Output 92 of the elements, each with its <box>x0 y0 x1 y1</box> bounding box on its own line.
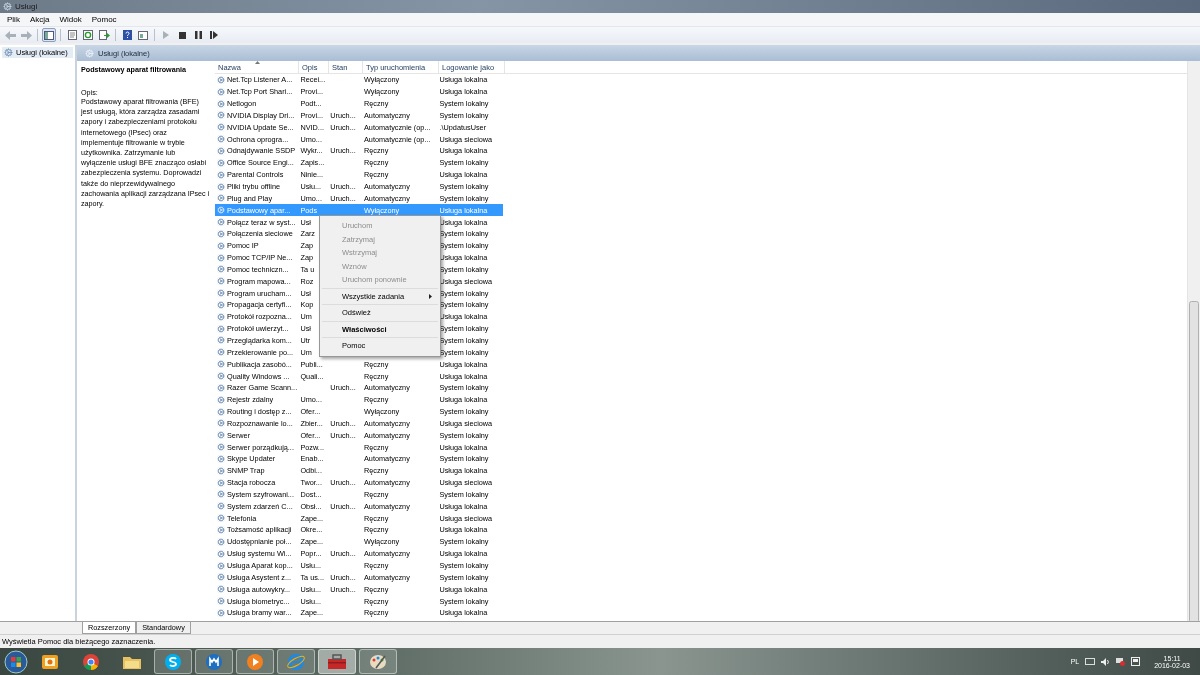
service-gear-icon <box>217 431 225 440</box>
stop-icon <box>178 31 186 39</box>
taskbar-button[interactable] <box>318 649 356 674</box>
network-error-icon[interactable] <box>1116 657 1126 666</box>
properties-icon <box>67 30 77 40</box>
service-gear-icon <box>217 123 225 132</box>
service-gear-icon <box>217 407 225 416</box>
service-gear-icon <box>217 289 225 298</box>
browser-icon <box>205 652 223 671</box>
service-gear-icon <box>217 597 225 606</box>
service-gear-icon <box>217 608 225 617</box>
menu-item[interactable]: Widok <box>54 15 87 24</box>
tree-pane-icon <box>44 30 54 40</box>
taskbar-button[interactable] <box>195 649 233 674</box>
service-gear-icon <box>217 549 225 558</box>
service-gear-icon <box>217 502 225 511</box>
help-icon <box>122 30 132 40</box>
service-gear-icon <box>217 277 225 286</box>
service-gear-icon <box>217 75 225 84</box>
refresh-icon <box>83 30 93 40</box>
menu-item[interactable]: Akcja <box>24 15 55 24</box>
service-gear-icon <box>217 241 225 250</box>
toolbar-button[interactable] <box>42 28 56 42</box>
service-gear-icon <box>217 360 225 369</box>
back-arrow-icon <box>4 30 16 40</box>
service-gear-icon <box>217 312 225 321</box>
skype-icon <box>164 652 182 671</box>
service-gear-icon <box>217 478 225 487</box>
toolbar-button[interactable] <box>81 28 95 42</box>
service-gear-icon <box>217 99 225 108</box>
service-gear-icon <box>217 514 225 523</box>
service-gear-icon <box>217 383 225 392</box>
service-gear-icon <box>217 158 225 167</box>
export-icon <box>98 30 110 40</box>
view-icon <box>138 30 148 40</box>
service-gear-icon <box>217 135 225 144</box>
forward-arrow-icon <box>20 30 32 40</box>
service-gear-icon <box>217 537 225 546</box>
service-gear-icon <box>217 561 225 570</box>
service-gear-icon <box>217 229 225 238</box>
service-gear-icon <box>217 265 225 274</box>
media-player-icon <box>246 652 264 671</box>
toolbar-button[interactable] <box>97 28 111 42</box>
taskbar-button[interactable] <box>236 649 274 674</box>
service-gear-icon <box>217 585 225 594</box>
internet-explorer-icon <box>286 652 306 671</box>
pause-icon <box>194 31 202 39</box>
service-gear-icon <box>217 348 225 357</box>
service-gear-icon <box>217 443 225 452</box>
toolbar-button[interactable] <box>120 28 134 42</box>
service-gear-icon <box>217 300 225 309</box>
service-gear-icon <box>217 253 225 262</box>
toolbox-icon <box>327 653 347 670</box>
taskbar-button[interactable] <box>154 649 192 674</box>
menu-item[interactable]: Pomoc <box>86 15 122 24</box>
services-gear-icon <box>3 2 12 11</box>
taskbar-button[interactable] <box>359 649 397 674</box>
sort-arrow-icon <box>254 61 260 64</box>
service-gear-icon <box>217 218 225 227</box>
scroll-thumb[interactable] <box>1189 301 1199 621</box>
menu-item[interactable]: Plik <box>2 15 25 24</box>
calendar-mail-icon <box>41 652 59 671</box>
service-gear-icon <box>217 87 225 96</box>
service-gear-icon <box>217 419 225 428</box>
service-gear-icon <box>217 490 225 499</box>
play-icon <box>163 31 169 39</box>
service-gear-icon <box>217 526 225 534</box>
service-gear-icon <box>217 111 225 120</box>
service-gear-icon <box>217 336 225 345</box>
paint-palette-icon <box>368 652 388 671</box>
start-button[interactable] <box>4 649 28 674</box>
service-gear-icon <box>217 372 225 380</box>
service-gear-icon <box>217 324 225 333</box>
volume-icon[interactable] <box>1101 657 1111 666</box>
service-gear-icon <box>217 466 225 475</box>
service-gear-icon <box>217 573 225 582</box>
service-gear-icon <box>217 395 225 404</box>
gear-icon <box>4 48 13 57</box>
gear-icon <box>85 48 94 58</box>
service-gear-icon <box>217 454 225 463</box>
service-gear-icon <box>217 147 225 155</box>
toolbar-button[interactable] <box>65 28 79 42</box>
chrome-icon <box>82 652 100 671</box>
service-gear-icon <box>217 194 225 203</box>
service-gear-icon <box>217 170 225 179</box>
service-gear-icon <box>217 182 225 191</box>
submenu-arrow-icon <box>429 293 432 299</box>
toolbar-button[interactable] <box>136 28 150 42</box>
scroll-bar[interactable] <box>1187 61 1200 621</box>
service-gear-icon <box>217 206 225 215</box>
window-title: Usługi <box>15 2 38 11</box>
restart-icon <box>210 31 218 39</box>
